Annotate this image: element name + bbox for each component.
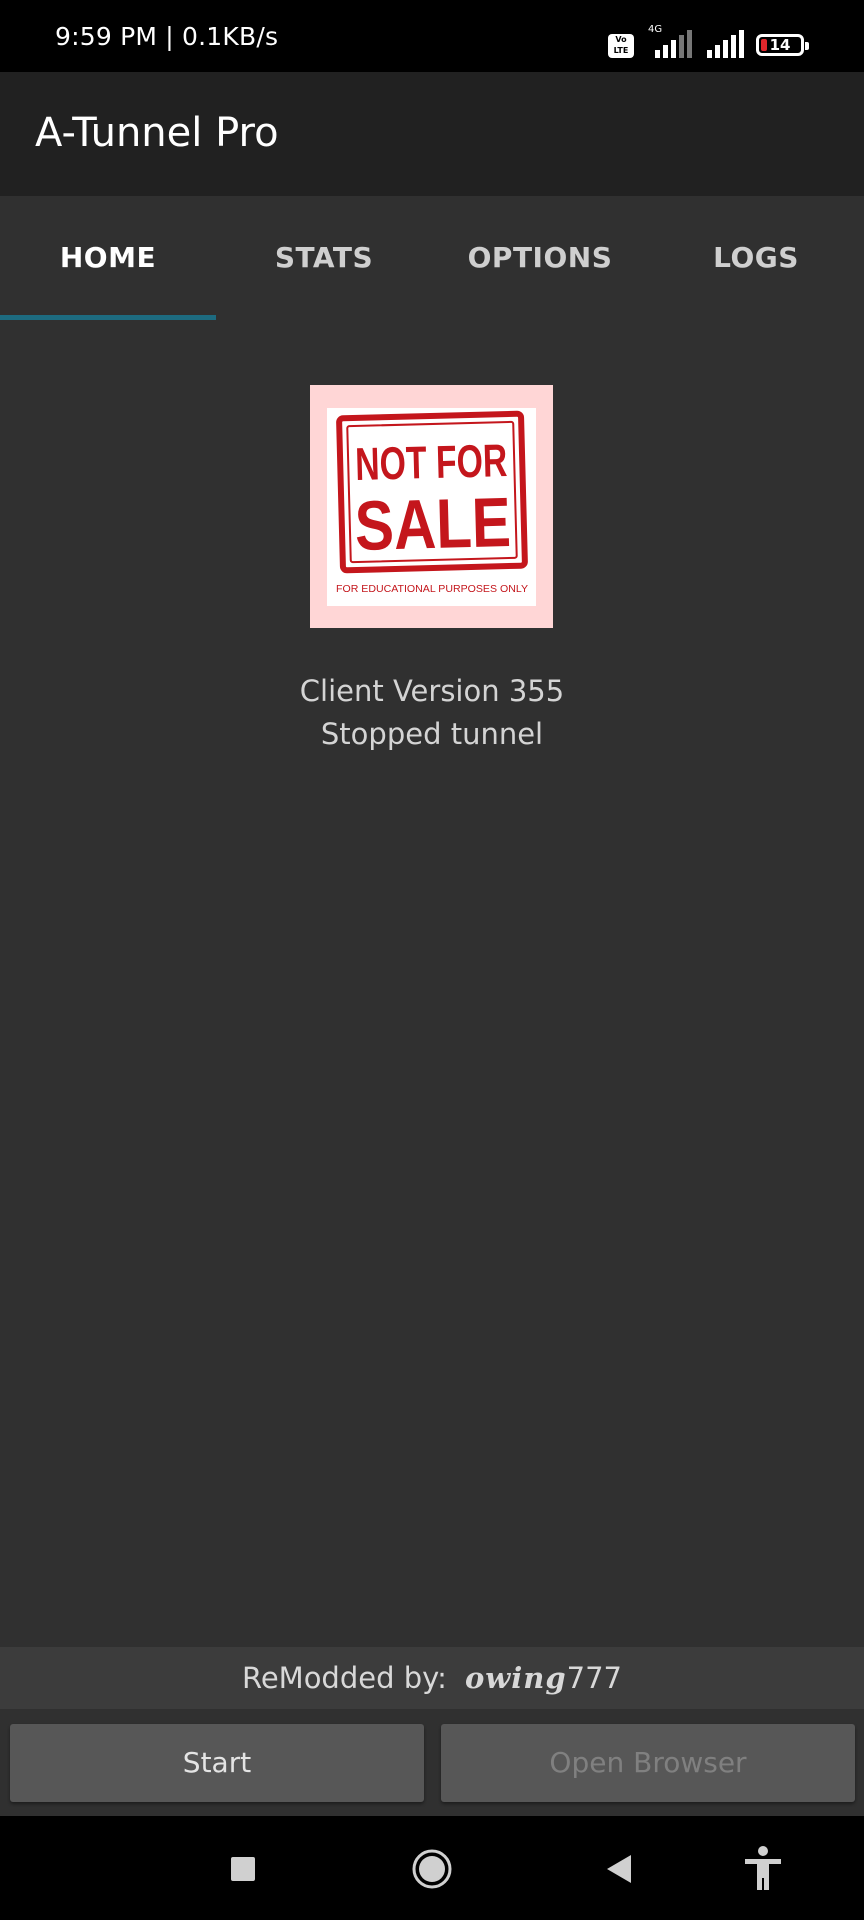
client-info: Client Version 355 Stopped tunnel [0,670,864,756]
tab-indicator [0,315,216,320]
remodded-label: ReModded by: [241,1661,447,1695]
back-icon[interactable] [595,1844,645,1894]
accessibility-icon[interactable] [738,1844,788,1894]
tab-home[interactable]: HOME [0,196,216,320]
status-time: 9:59 PM | 0.1KB/s [55,22,279,51]
stamp-caption: FOR EDUCATIONAL PURPOSES ONLY [336,584,528,595]
not-for-sale-stamp: NOT FOR SALE FOR EDUCATIONAL PURPOSES ON… [327,408,536,606]
remodded-author-script: owing [464,1661,567,1695]
app-title: A-Tunnel Pro [35,110,279,156]
tab-bar: HOME STATS OPTIONS LOGS [0,196,864,320]
tab-options[interactable]: OPTIONS [432,196,648,320]
remodded-author: owing777 [465,1661,622,1695]
recents-icon[interactable] [218,1844,268,1894]
tab-stats[interactable]: STATS [216,196,432,320]
battery-level: 14 [769,36,791,54]
open-browser-button[interactable]: Open Browser [441,1724,855,1802]
remodded-author-digits: 777 [566,1661,622,1695]
tab-logs[interactable]: LOGS [648,196,864,320]
volte-icon: Vo LTE [608,34,634,58]
status-bar: 9:59 PM | 0.1KB/s Vo LTE 4G 14 [0,0,864,72]
app-logo: NOT FOR SALE FOR EDUCATIONAL PURPOSES ON… [310,385,553,628]
client-version: Client Version 355 [299,674,565,708]
app-bar: A-Tunnel Pro [0,72,864,196]
tunnel-status: Stopped tunnel [320,717,544,751]
status-icons: Vo LTE 4G 14 [608,24,809,58]
screen: 9:59 PM | 0.1KB/s Vo LTE 4G 14 A-Tunnel … [0,0,864,1920]
stamp-line-2: SALE [354,483,512,565]
stamp-graphic: NOT FOR SALE FOR EDUCATIONAL PURPOSES ON… [336,410,528,595]
battery-icon: 14 [756,34,809,56]
home-icon[interactable] [407,1844,457,1894]
system-nav-bar [0,1816,864,1920]
start-button[interactable]: Start [10,1724,424,1802]
signal-4g-icon: 4G [646,24,692,58]
signal-icon [704,30,744,58]
remodded-banner: ReModded by: owing777 [0,1647,864,1709]
stamp-line-1: NOT FOR [355,434,508,490]
